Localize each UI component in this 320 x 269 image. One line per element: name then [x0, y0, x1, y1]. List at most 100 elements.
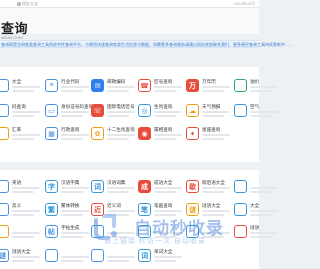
saying-icon: 歇	[186, 180, 199, 193]
tool-description	[250, 111, 278, 113]
blank5-icon	[91, 249, 104, 262]
tool-item[interactable]	[91, 245, 135, 269]
tool-description	[250, 115, 272, 117]
tool-description	[12, 134, 40, 136]
tool-description	[202, 90, 224, 92]
copybook-icon: 帖	[45, 225, 58, 238]
tool-item[interactable]: 谜语	[234, 221, 278, 245]
puzzle-icon	[234, 225, 247, 238]
tool-item[interactable]: ◉ 属相查询	[138, 123, 182, 147]
tool-description	[61, 134, 89, 136]
tool-item[interactable]	[186, 221, 230, 245]
globe-phone-icon: ☏	[91, 104, 104, 117]
tool-description	[154, 111, 182, 113]
tool-description	[12, 260, 34, 262]
tool-label: 汇率	[12, 127, 22, 132]
tool-item[interactable]	[0, 221, 40, 245]
tool-description	[202, 138, 224, 140]
tool-description	[250, 191, 272, 193]
tool-description	[202, 232, 230, 234]
tool-description	[12, 232, 40, 234]
tool-label: 单词大全	[154, 249, 173, 254]
tool-description	[154, 90, 176, 92]
tool-item[interactable]: 笔笔画查询	[138, 199, 182, 223]
tool-description	[107, 236, 129, 238]
tool-label: 生肖查询	[154, 104, 173, 109]
tool-item[interactable]: ☏ 国际电话区号	[91, 100, 135, 124]
tool-item[interactable]: 字汉语字典	[45, 176, 89, 200]
tool-item[interactable]	[234, 176, 278, 200]
tool-label: 区号查询	[154, 79, 173, 84]
notice-text: 查询网是全网各类查询工具的综合性查询平台，方便您快速查询各类生活信息与数据，如需…	[1, 42, 293, 47]
tool-item[interactable]: ▦ 行政查询	[45, 123, 89, 147]
tool-item[interactable]: ☎ 区号查询	[138, 75, 182, 99]
tool-description	[12, 210, 40, 212]
tool-item[interactable]: 帖字帖生成	[45, 221, 89, 245]
tool-description	[107, 214, 129, 216]
tool-item[interactable]: 谜谜语大全	[186, 199, 230, 223]
tool-item[interactable]: 码查询	[0, 100, 40, 124]
tool-item[interactable]: 空气	[234, 100, 278, 124]
tool-description	[61, 260, 83, 262]
tool-description	[107, 111, 135, 113]
tool-item[interactable]: 汇率	[0, 123, 40, 147]
tool-description	[107, 90, 129, 92]
tool-item[interactable]: ≡ 行业代码	[45, 75, 89, 99]
tool-item[interactable]: 成成语大全	[138, 176, 182, 200]
tool-item[interactable]: 油价	[234, 75, 278, 99]
tool-description	[107, 138, 129, 140]
tool-description	[107, 191, 129, 193]
tool-item[interactable]: ☁ 天气预报	[186, 100, 230, 124]
tool-description	[154, 232, 182, 234]
tool-item[interactable]: 词单词大全	[138, 245, 182, 269]
tool-description	[12, 214, 34, 216]
tool-item[interactable]: 英语	[0, 176, 40, 200]
tool-item[interactable]: ✿ 十二生肖查询	[91, 123, 135, 147]
tool-description	[12, 236, 34, 238]
vocabulary-icon: 词	[138, 249, 151, 262]
tool-label: 汉语词典	[107, 180, 126, 185]
tool-item[interactable]: 反义	[0, 199, 40, 223]
tool-label: 大全	[250, 203, 260, 208]
riddle-all-icon: 谜	[0, 249, 9, 262]
tool-description	[202, 210, 230, 212]
tool-item[interactable]: 近近义词	[91, 199, 135, 223]
tool-label: 英语	[12, 180, 22, 185]
idiom-icon: 成	[138, 180, 151, 193]
breadcrumb[interactable]: 网址大全	[22, 1, 38, 7]
tool-description	[107, 115, 129, 117]
star-sign-icon: ✦	[186, 127, 199, 140]
tool-label: 繁体转换	[61, 203, 80, 208]
tool-description	[250, 210, 278, 212]
tool-item[interactable]	[138, 221, 182, 245]
tool-description	[154, 134, 182, 136]
tool-item[interactable]: 大全	[234, 199, 278, 223]
tool-label: 码查询	[12, 104, 26, 109]
tool-item[interactable]: 谜谜语大全	[0, 245, 40, 269]
tool-description	[61, 210, 89, 212]
tool-label: 汉语字典	[61, 180, 80, 185]
tool-item[interactable]: 大全	[0, 75, 40, 99]
english-icon	[0, 180, 9, 193]
tool-item[interactable]: 万万年历	[186, 75, 230, 99]
tool-item[interactable]: 繁繁体转换	[45, 199, 89, 223]
tool-item[interactable]: ▭ 身份证号码查询	[45, 100, 93, 124]
antonym-icon	[0, 203, 9, 216]
tool-label: 谜语大全	[202, 203, 221, 208]
tool-label: 万年历	[202, 79, 216, 84]
tool-description	[202, 115, 224, 117]
tool-item[interactable]: ✦ 星座查询	[186, 123, 230, 147]
tool-description	[154, 191, 176, 193]
tool-item[interactable]: ◎ 生肖查询	[138, 100, 182, 124]
blank2-icon	[138, 225, 151, 238]
tool-item[interactable]	[91, 221, 135, 245]
tool-item[interactable]: ✉ 邮政编码	[91, 75, 135, 99]
tool-item[interactable]	[45, 245, 89, 269]
tool-item[interactable]: 歇歇后语大全	[186, 176, 230, 200]
tool-item[interactable]: 词汉语词典	[91, 176, 135, 200]
tool-label: 邮政编码	[107, 79, 126, 84]
tool-label: 天气预报	[202, 104, 221, 109]
stroke-icon: 笔	[138, 203, 151, 216]
tool-description	[107, 187, 135, 189]
home-icon[interactable]	[17, 2, 21, 6]
